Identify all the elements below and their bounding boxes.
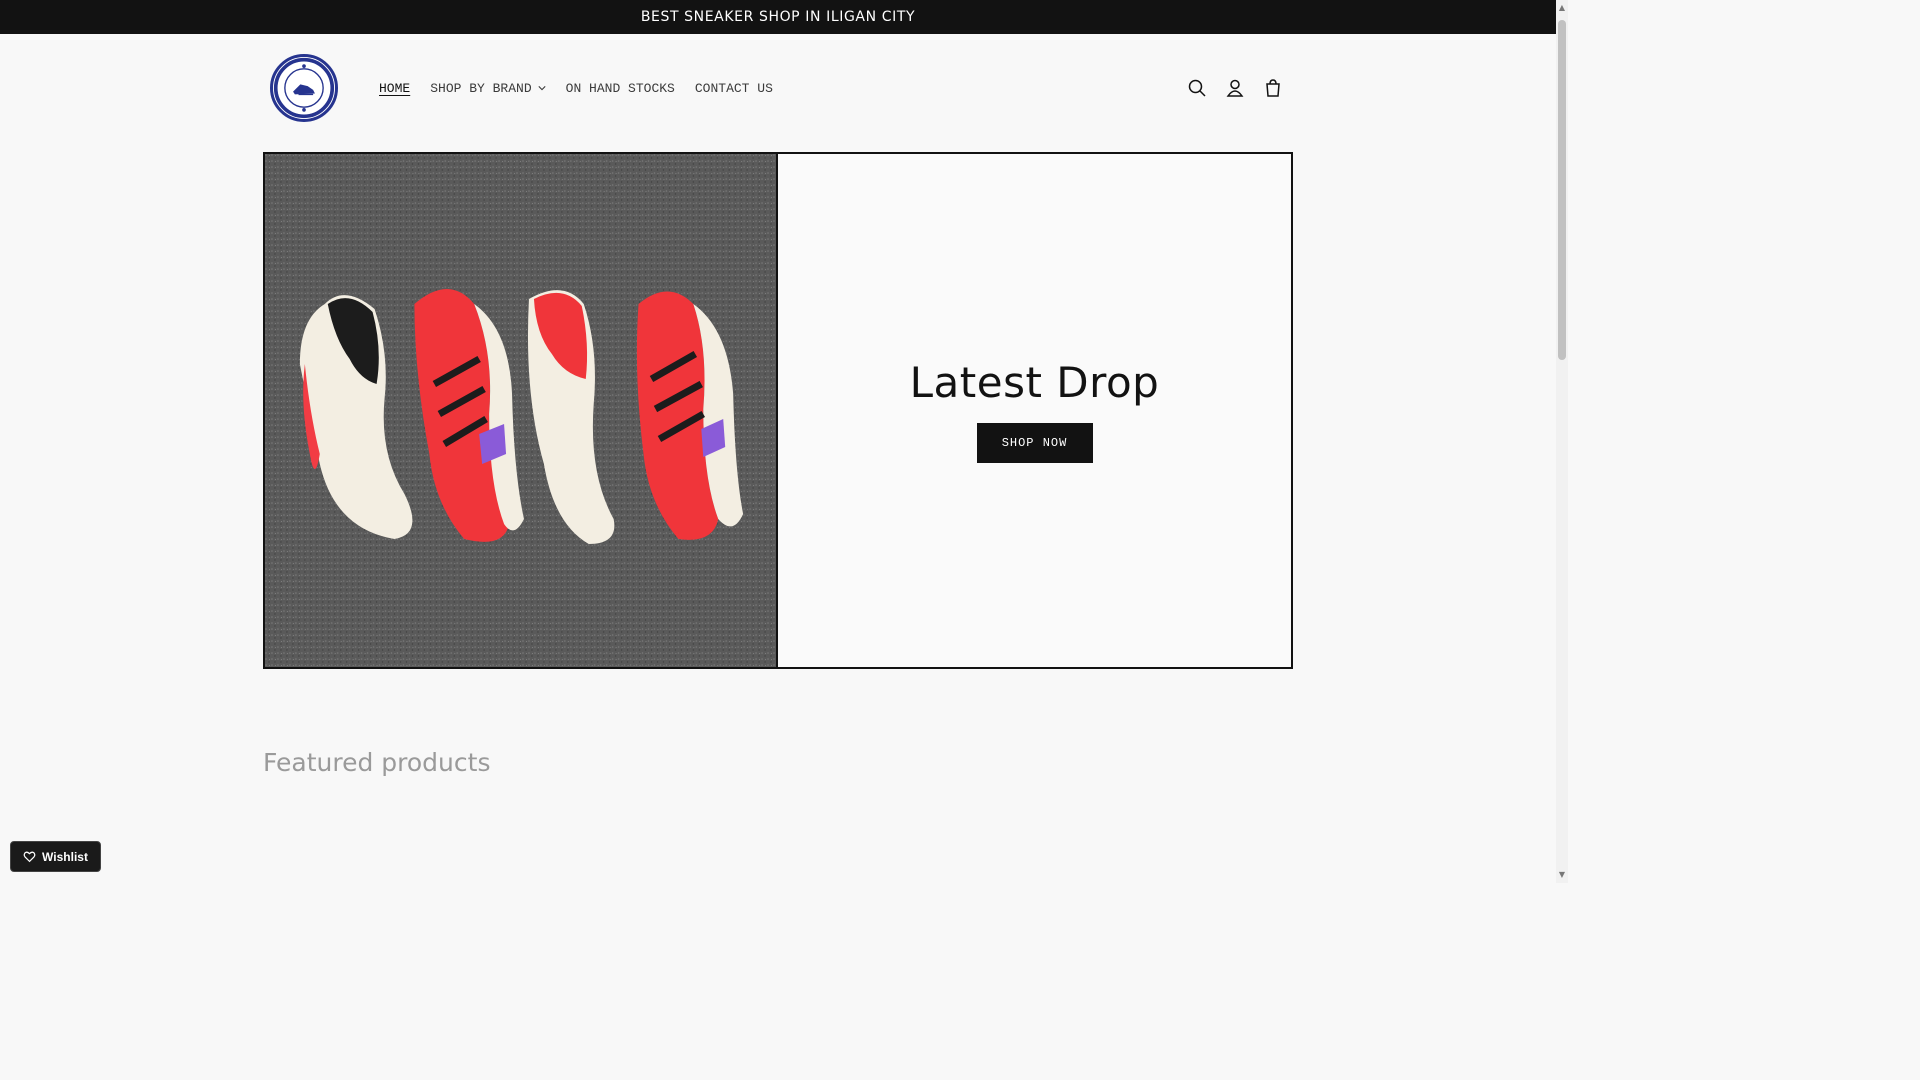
scroll-down-arrow-icon[interactable]: ▼ <box>1558 869 1566 881</box>
site-header: HOME SHOP BY BRAND ON HAND STOCKS CONTAC… <box>0 34 1556 144</box>
banner-heading: Latest Drop <box>909 358 1160 407</box>
wishlist-button[interactable]: Wishlist <box>10 841 101 872</box>
announcement-bar: BEST SNEAKER SHOP IN ILIGAN CITY <box>0 0 1556 34</box>
logo-icon <box>273 57 335 119</box>
nav-contact-us-label: CONTACT US <box>694 80 773 96</box>
nav-shop-by-brand[interactable]: SHOP BY BRAND <box>420 77 555 99</box>
heart-icon <box>23 851 36 863</box>
scroll-up-arrow-icon[interactable]: ▲ <box>1558 2 1566 14</box>
hero-banner: Latest Drop SHOP NOW <box>263 152 1293 669</box>
nav-contact-us[interactable]: CONTACT US <box>685 77 783 99</box>
account-icon <box>1226 79 1244 97</box>
search-icon <box>1188 79 1206 97</box>
header-icons <box>1183 74 1287 102</box>
shop-now-button[interactable]: SHOP NOW <box>976 423 1093 463</box>
nav-shop-by-brand-label: SHOP BY BRAND <box>430 80 532 96</box>
account-button[interactable] <box>1221 74 1249 102</box>
wishlist-label: Wishlist <box>42 849 88 864</box>
banner-content: Latest Drop SHOP NOW <box>778 154 1291 667</box>
sneakers-photo <box>265 154 778 667</box>
nav-on-hand-stocks-label: ON HAND STOCKS <box>565 80 675 96</box>
search-button[interactable] <box>1183 74 1211 102</box>
announcement-text: BEST SNEAKER SHOP IN ILIGAN CITY <box>640 9 916 25</box>
page-scrollbar[interactable]: ▲ ▼ <box>1556 0 1568 883</box>
nav-on-hand-stocks[interactable]: ON HAND STOCKS <box>556 77 685 99</box>
cart-button[interactable] <box>1259 74 1287 102</box>
cart-icon <box>1266 79 1280 97</box>
main-nav: HOME SHOP BY BRAND ON HAND STOCKS CONTAC… <box>369 77 783 99</box>
chevron-down-icon <box>538 86 546 91</box>
store-logo[interactable] <box>270 54 338 122</box>
nav-home-label: HOME <box>379 80 411 96</box>
scroll-thumb[interactable] <box>1558 20 1566 360</box>
nav-home[interactable]: HOME <box>369 77 420 99</box>
featured-products-heading: Featured products <box>263 748 491 777</box>
